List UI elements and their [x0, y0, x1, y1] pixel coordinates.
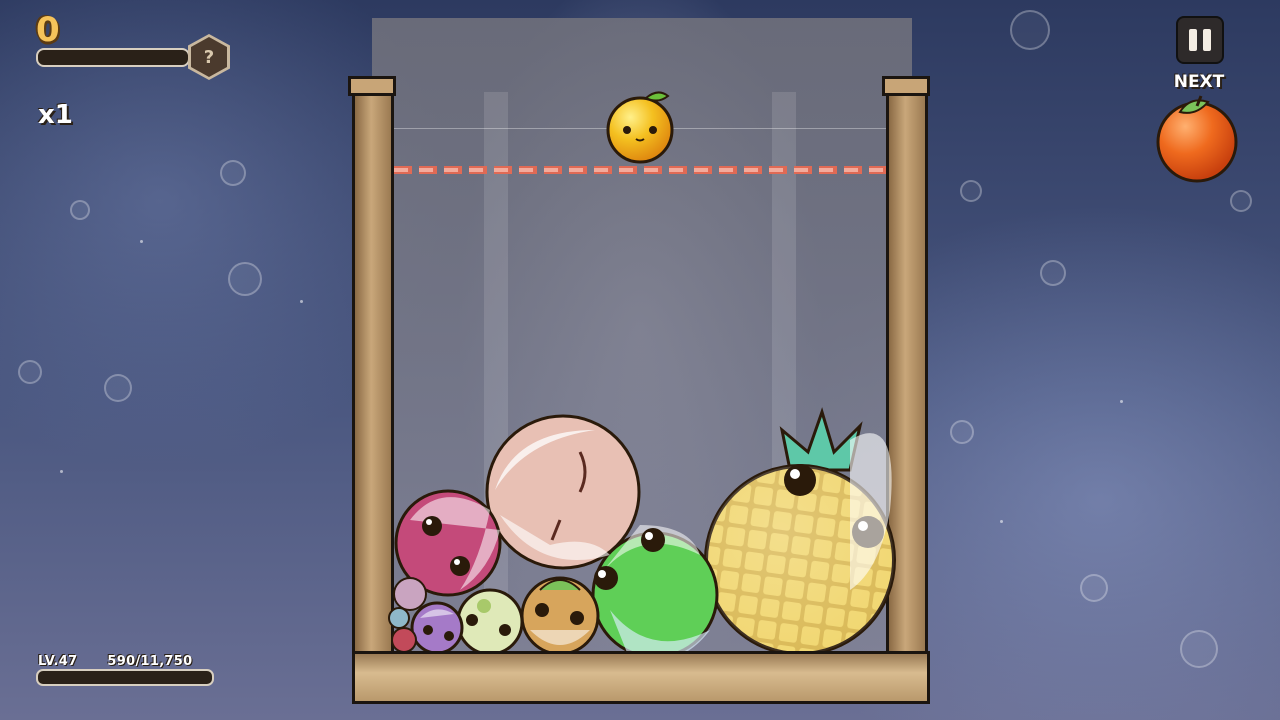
- persimmon-fruit: [520, 576, 600, 656]
- fruit-pile: [388, 91, 1238, 662]
- score-value: 0: [36, 10, 60, 50]
- pause-icon: [1203, 29, 1211, 51]
- grape-fruit: [410, 601, 464, 655]
- container-base: [352, 651, 930, 704]
- evolution-badge-label: ?: [191, 37, 227, 77]
- level-label: LV.47: [38, 654, 78, 669]
- score-progress-bar: [36, 48, 190, 67]
- next-fruit-orange: [1156, 95, 1238, 183]
- xp-progress-bar: [36, 669, 214, 686]
- next-label: NEXT: [1173, 72, 1225, 92]
- current-fruit-lemon[interactable]: [606, 91, 674, 164]
- pause-button[interactable]: [1176, 16, 1224, 64]
- kiwi-fruit: [456, 588, 524, 656]
- xp-label: 590/11,750: [107, 654, 193, 669]
- combo-multiplier: x1: [38, 100, 73, 130]
- level-info: LV.47 590/11,750: [38, 654, 192, 669]
- peach-fruit: [485, 414, 641, 570]
- pause-icon: [1189, 29, 1197, 51]
